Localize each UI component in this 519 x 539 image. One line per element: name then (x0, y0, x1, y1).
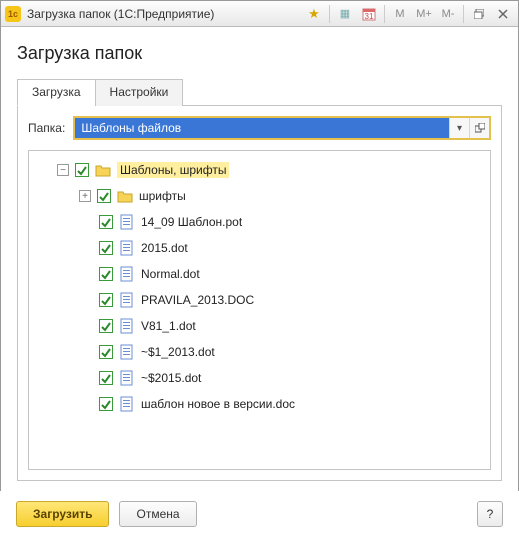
tree-row[interactable]: шаблон новое в версии.doc (33, 391, 486, 417)
window-restore-button[interactable] (468, 4, 490, 24)
folder-icon (95, 162, 111, 178)
svg-text:31: 31 (365, 12, 374, 21)
window-title: Загрузка папок (1С:Предприятие) (27, 7, 303, 21)
tree-node-label: шрифты (139, 189, 186, 203)
tree-node-label: PRAVILA_2013.DOC (141, 293, 254, 307)
open-dialog-icon[interactable] (469, 118, 489, 138)
checkbox[interactable] (99, 293, 113, 307)
tree-row[interactable]: ~$1_2013.dot (33, 339, 486, 365)
tree-row[interactable]: V81_1.dot (33, 313, 486, 339)
tree-node-label: 14_09 Шаблон.pot (141, 215, 242, 229)
calendar-icon[interactable]: 31 (358, 4, 380, 24)
checkbox[interactable] (99, 267, 113, 281)
checkbox[interactable] (99, 319, 113, 333)
tree-row[interactable]: 14_09 Шаблон.pot (33, 209, 486, 235)
checkbox[interactable] (99, 397, 113, 411)
separator (384, 5, 385, 23)
file-icon (119, 396, 135, 412)
tree-row[interactable]: PRAVILA_2013.DOC (33, 287, 486, 313)
favorite-icon[interactable]: ★ (303, 4, 325, 24)
folder-input-wrap: ▾ (73, 116, 491, 140)
load-button[interactable]: Загрузить (16, 501, 109, 527)
file-icon (119, 240, 135, 256)
tree-node-label: Normal.dot (141, 267, 200, 281)
file-icon (119, 344, 135, 360)
checkbox[interactable] (99, 371, 113, 385)
grid-icon[interactable]: ▦ (334, 4, 356, 24)
help-button[interactable]: ? (477, 501, 503, 527)
tree-row[interactable]: Normal.dot (33, 261, 486, 287)
tree-node-label: V81_1.dot (141, 319, 196, 333)
memory-m-button[interactable]: M (389, 4, 411, 24)
tree-node-label: шаблон новое в версии.doc (141, 397, 295, 411)
file-icon (119, 214, 135, 230)
app-icon: 1c (5, 6, 21, 22)
folder-icon (117, 188, 133, 204)
separator (329, 5, 330, 23)
checkbox[interactable] (99, 215, 113, 229)
file-icon (119, 370, 135, 386)
expand-icon[interactable]: + (79, 190, 91, 202)
footer: Загрузить Отмена ? (0, 491, 519, 539)
checkbox[interactable] (97, 189, 111, 203)
window-titlebar: 1c Загрузка папок (1С:Предприятие) ★ ▦ 3… (1, 1, 518, 27)
tree-row[interactable]: + шрифты (33, 183, 486, 209)
window-close-button[interactable] (492, 4, 514, 24)
checkbox[interactable] (75, 163, 89, 177)
tree-row[interactable]: 2015.dot (33, 235, 486, 261)
separator (463, 5, 464, 23)
folder-field-label: Папка: (28, 121, 65, 135)
tree-node-label: ~$2015.dot (141, 371, 201, 385)
collapse-icon[interactable]: − (57, 164, 69, 176)
tab-settings[interactable]: Настройки (95, 79, 184, 106)
tab-load[interactable]: Загрузка (17, 79, 96, 106)
dropdown-icon[interactable]: ▾ (449, 118, 469, 138)
tree-node-label: Шаблоны, шрифты (117, 162, 229, 178)
tree-row[interactable]: ~$2015.dot (33, 365, 486, 391)
file-icon (119, 292, 135, 308)
tree-row-root[interactable]: − Шаблоны, шрифты (33, 157, 486, 183)
memory-mminus-button[interactable]: M- (437, 4, 459, 24)
tree-node-label: ~$1_2013.dot (141, 345, 215, 359)
memory-mplus-button[interactable]: M+ (413, 4, 435, 24)
checkbox[interactable] (99, 345, 113, 359)
folder-tree[interactable]: − Шаблоны, шрифты + шрифты 14_09 (28, 150, 491, 470)
tabs: Загрузка Настройки (17, 78, 502, 106)
file-icon (119, 318, 135, 334)
tab-pane-load: Папка: ▾ − Шаблоны, шрифты (17, 106, 502, 481)
page-title: Загрузка папок (17, 43, 502, 64)
cancel-button[interactable]: Отмена (119, 501, 196, 527)
tree-node-label: 2015.dot (141, 241, 188, 255)
folder-input[interactable] (75, 118, 449, 138)
file-icon (119, 266, 135, 282)
checkbox[interactable] (99, 241, 113, 255)
